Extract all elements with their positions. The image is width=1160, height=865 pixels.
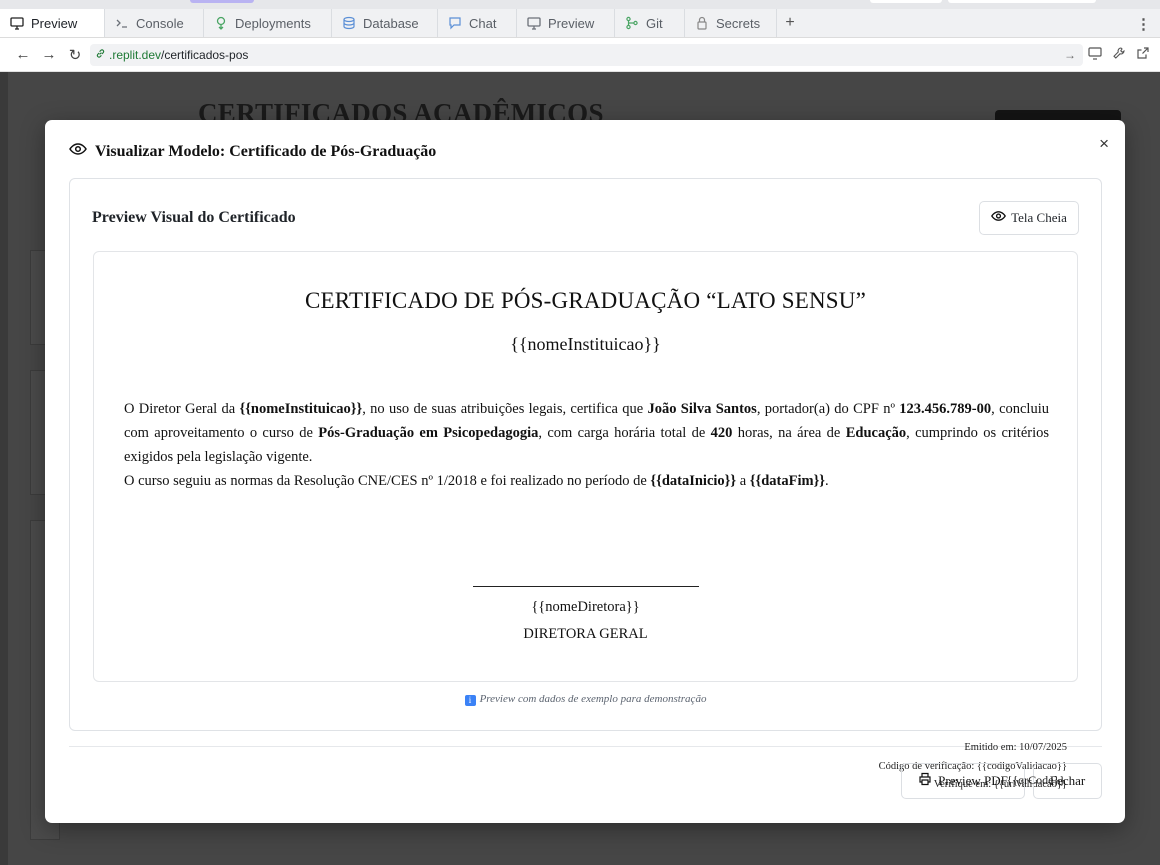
- forward-arrow-icon[interactable]: →: [36, 46, 62, 63]
- tab-label: Git: [646, 15, 663, 31]
- add-tab-button[interactable]: +: [777, 9, 803, 37]
- top-control[interactable]: [870, 0, 942, 3]
- address-tools: [1088, 38, 1150, 72]
- tab-preview-2[interactable]: Preview: [517, 9, 615, 37]
- lock-icon: [695, 16, 709, 30]
- browser-top-strip: [0, 0, 1160, 9]
- certificate-body: O Diretor Geral da {{nomeInstituicao}}, …: [124, 397, 1049, 493]
- tab-label: Chat: [469, 15, 497, 31]
- demo-note: i Preview com dados de exemplo para demon…: [70, 693, 1101, 706]
- text-run: , no uso de suas atribuições legais, cer…: [362, 401, 648, 417]
- monitor-icon: [10, 16, 24, 30]
- card-title: Preview Visual do Certificado: [92, 209, 296, 226]
- student-cpf: 123.456.789-00: [899, 401, 992, 417]
- link-icon: [95, 48, 106, 62]
- signatory-name: {{nomeDiretora}}: [531, 599, 640, 615]
- close-icon[interactable]: ×: [1099, 134, 1109, 154]
- student-name: João Silva Santos: [647, 401, 757, 417]
- tab-chat[interactable]: Chat: [438, 9, 517, 37]
- certificate-paragraph: O curso seguiu as normas da Resolução CN…: [124, 469, 1049, 493]
- tab-secrets[interactable]: Secrets: [685, 9, 777, 37]
- url-field[interactable]: .replit.dev/certificados-pos →: [90, 44, 1083, 66]
- qrcode-placeholder: {{qrCode}}: [1006, 773, 1065, 787]
- certificate-preview: CERTIFICADO DE PÓS-GRADUAÇÃO “LATO SENSU…: [93, 251, 1078, 682]
- info-icon: i: [464, 695, 476, 706]
- certificate-title: CERTIFICADO DE PÓS-GRADUAÇÃO “LATO SENSU…: [305, 288, 866, 313]
- tab-label: Secrets: [716, 15, 761, 31]
- text-run: horas, na área de: [732, 425, 846, 441]
- end-date-placeholder: {{dataFim}}: [749, 473, 825, 489]
- workspace-tab-bar: Preview Console Deployments Database Cha…: [0, 9, 1160, 38]
- text-run: a: [736, 473, 750, 489]
- url-path: /certificados-pos: [161, 48, 249, 62]
- tab-label: Deployments: [235, 15, 311, 31]
- go-arrow-icon[interactable]: →: [1064, 48, 1076, 62]
- course-hours: 420: [710, 425, 733, 441]
- preview-pdf-label: Preview PDF: [938, 773, 1008, 788]
- wrench-icon[interactable]: [1112, 46, 1126, 65]
- signatory-role: DIRETORA GERAL: [523, 626, 648, 642]
- eye-icon: [991, 210, 1007, 226]
- url-host: .replit.dev: [109, 48, 162, 62]
- chat-icon: [448, 16, 462, 30]
- fullscreen-button[interactable]: Tela Cheia: [979, 201, 1079, 235]
- course-area: Educação: [845, 425, 907, 441]
- demo-note-text: Preview com dados de exemplo para demons…: [479, 693, 707, 705]
- tab-label: Database: [363, 15, 419, 31]
- certificate-institution: {{nomeInstituicao}}: [510, 334, 661, 354]
- issued-date: Emitido em: 10/07/2025: [964, 742, 1067, 753]
- tab-label: Preview: [31, 15, 78, 31]
- text-run: O curso seguiu as normas da Resolução CN…: [124, 473, 651, 489]
- database-icon: [342, 16, 356, 30]
- reload-icon[interactable]: ↻: [62, 46, 88, 64]
- terminal-icon: [115, 16, 129, 30]
- course-name: Pós-Graduação em Psicopedagogia: [318, 425, 539, 441]
- deploy-icon: [214, 16, 228, 30]
- device-icon[interactable]: [1088, 46, 1102, 65]
- more-menu-icon[interactable]: ⋮: [1136, 9, 1151, 38]
- fullscreen-label: Tela Cheia: [1011, 210, 1067, 225]
- text-run: .: [825, 473, 829, 489]
- top-pill: [190, 0, 254, 3]
- address-bar: ← → ↻ .replit.dev/certificados-pos →: [0, 38, 1160, 72]
- printer-icon: [918, 772, 932, 790]
- preview-modal: Visualizar Modelo: Certificado de Pós-Gr…: [45, 120, 1125, 823]
- tab-preview[interactable]: Preview: [0, 9, 105, 37]
- text-run: , portador(a) do CPF nº: [756, 401, 900, 417]
- preview-card: Preview Visual do Certificado Tela Cheia…: [69, 178, 1102, 731]
- certificate-paragraph: O Diretor Geral da {{nomeInstituicao}}, …: [124, 397, 1049, 469]
- institution-placeholder: {{nomeInstituicao}}: [239, 401, 363, 417]
- tab-git[interactable]: Git: [615, 9, 685, 37]
- start-date-placeholder: {{dataInicio}}: [650, 473, 737, 489]
- external-link-icon[interactable]: [1136, 46, 1150, 65]
- footer-divider: [69, 746, 1102, 747]
- signature-line: [473, 586, 699, 587]
- top-control[interactable]: [948, 0, 1096, 3]
- text-run: , com carga horária total de: [538, 425, 711, 441]
- tab-console[interactable]: Console: [105, 9, 204, 37]
- modal-title: Visualizar Modelo: Certificado de Pós-Gr…: [95, 142, 437, 160]
- eye-icon: [69, 142, 87, 161]
- git-icon: [625, 16, 639, 30]
- monitor-icon: [527, 16, 541, 30]
- tab-deployments[interactable]: Deployments: [204, 9, 332, 37]
- text-run: O Diretor Geral da: [124, 401, 240, 417]
- modal-header: Visualizar Modelo: Certificado de Pós-Gr…: [69, 142, 436, 161]
- tab-label: Preview: [548, 15, 595, 31]
- tab-label: Console: [136, 15, 184, 31]
- back-arrow-icon[interactable]: ←: [10, 46, 36, 63]
- tab-database[interactable]: Database: [332, 9, 438, 37]
